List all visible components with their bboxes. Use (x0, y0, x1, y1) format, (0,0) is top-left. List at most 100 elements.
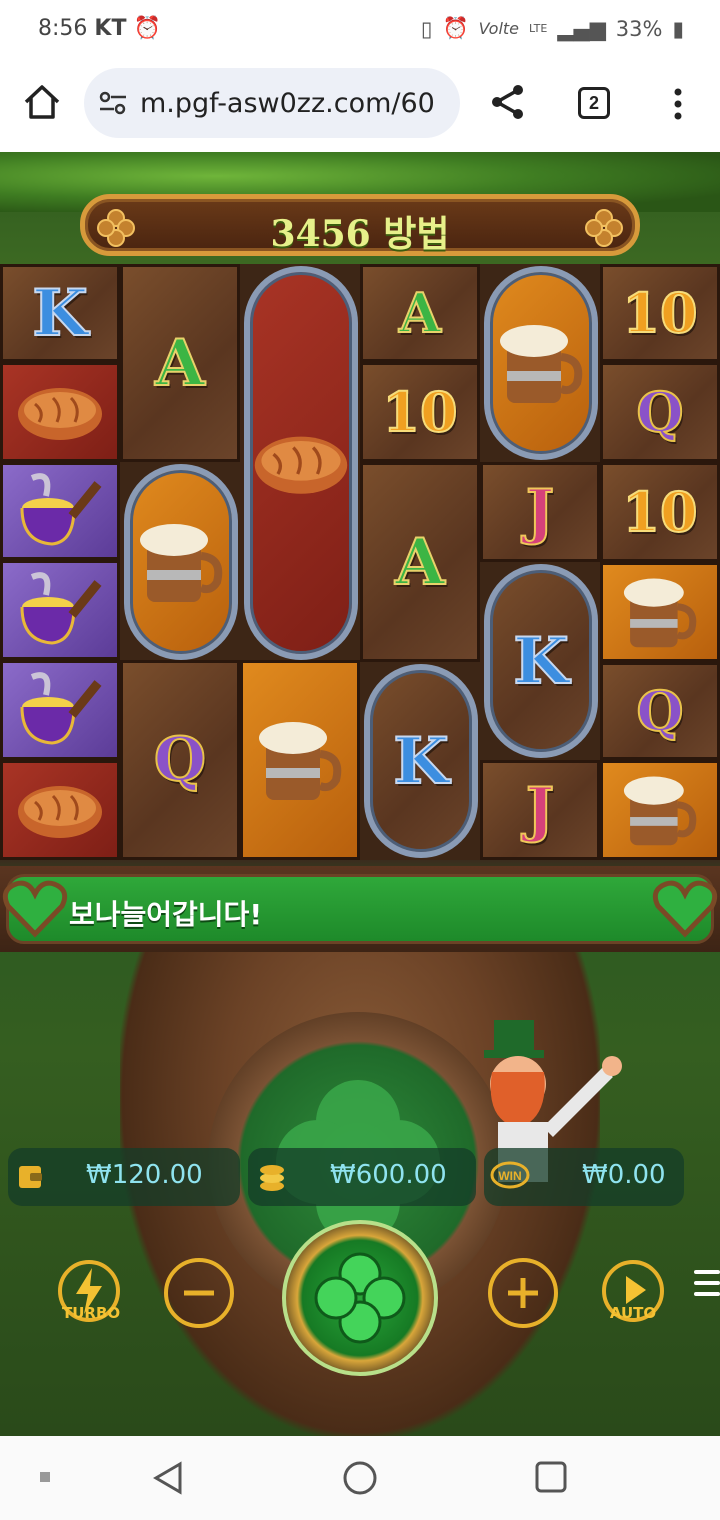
wallet-icon (19, 1166, 42, 1188)
game-menu-icon[interactable] (694, 1270, 720, 1300)
heart-ornament-icon (652, 880, 718, 938)
battery-percent: 33% (615, 16, 663, 41)
symbol-10: 10 (360, 362, 480, 462)
volte-icon: Volte (478, 19, 519, 38)
message-text: 보나늘어갑니다! (69, 898, 263, 931)
ale-mug-icon (623, 578, 697, 648)
bet-value: ₩600.00 (330, 1160, 447, 1190)
ale-mug-icon (500, 325, 583, 403)
balance-value: ₩120.00 (86, 1160, 203, 1190)
info-row: ₩120.00 ₩600.00 WIN ₩0.00 (0, 1148, 720, 1210)
reel-grid: K A Q A 10 A K J K J 10 Q 10 Q (0, 264, 720, 860)
bet-box: ₩600.00 (248, 1148, 476, 1206)
carrier-name: KT (94, 16, 127, 41)
symbol-ale (240, 660, 360, 860)
share-icon[interactable] (488, 82, 528, 122)
alarm-icon: ⏰ (442, 16, 469, 40)
symbol-k: K (0, 264, 120, 362)
symbol-pot (0, 560, 120, 660)
heart-ornament-icon (2, 880, 68, 938)
symbol-a-glyph: A (398, 280, 442, 346)
turbo-label: TURBO (62, 1304, 121, 1322)
battery-icon: ▮ (672, 16, 684, 41)
tab-switcher-button[interactable]: 2 (578, 87, 610, 119)
symbol-bread (244, 266, 358, 660)
symbol-q: Q (120, 660, 240, 860)
symbol-a: A (120, 264, 240, 462)
increase-bet-button[interactable] (488, 1258, 558, 1328)
symbol-q-glyph: Q (635, 379, 684, 445)
clock-time: 8:56 (38, 16, 88, 41)
home-icon[interactable] (22, 82, 62, 122)
symbol-10-glyph: 10 (621, 280, 698, 346)
lte-icon: LTE (529, 22, 548, 35)
symbol-ale (600, 760, 720, 860)
symbol-ale (124, 464, 238, 660)
symbol-j-glyph: J (525, 476, 555, 548)
win-badge-icon: WIN (490, 1161, 530, 1189)
symbol-pot (0, 660, 120, 760)
home-circle-icon[interactable] (342, 1460, 378, 1496)
coins-icon (260, 1165, 284, 1191)
symbol-k: K (364, 664, 478, 858)
plus-icon (508, 1278, 538, 1308)
ways-count: 3456 방법 (270, 213, 450, 255)
bread-icon (18, 786, 102, 838)
vibrate-icon: ▯ (420, 16, 433, 41)
alarm-icon: ⏰ (133, 16, 161, 41)
recents-icon[interactable] (534, 1460, 568, 1494)
gold-pipe-icon (20, 672, 102, 745)
symbol-k-glyph: K (31, 275, 89, 352)
browser-toolbar: m.pgf-asw0zz.com/60 2 (0, 56, 720, 152)
symbol-a-glyph: A (394, 524, 446, 601)
ale-mug-icon (259, 722, 342, 800)
control-bar: TURBO AUTO (0, 1220, 720, 1376)
symbol-ale (600, 562, 720, 662)
win-badge-text: WIN (498, 1169, 521, 1183)
auto-label: AUTO (609, 1304, 657, 1322)
decrease-bet-button[interactable] (164, 1258, 234, 1328)
symbol-10: 10 (600, 462, 720, 562)
gold-pipe-icon (20, 473, 102, 546)
game-canvas[interactable]: 3456 방법 K A Q A 10 A K J K J 10 Q 10 Q 보… (0, 152, 720, 1436)
symbol-j: J (480, 462, 600, 562)
gold-pipe-icon (20, 572, 102, 645)
symbol-10: 10 (600, 264, 720, 362)
win-box: WIN ₩0.00 (484, 1148, 684, 1206)
address-bar[interactable]: m.pgf-asw0zz.com/60 (84, 68, 460, 138)
message-banner: 보나늘어갑니다! (0, 866, 720, 952)
symbol-bread (0, 362, 120, 462)
symbol-j: J (480, 760, 600, 860)
balance-box: ₩120.00 (8, 1148, 240, 1206)
system-nav-bar (0, 1436, 720, 1520)
bread-icon (254, 436, 348, 494)
more-vert-icon[interactable] (664, 84, 692, 124)
ways-plaque: 3456 방법 (80, 194, 640, 256)
site-settings-icon[interactable] (98, 90, 128, 116)
symbol-bread (0, 760, 120, 860)
status-bar: 8:56 KT ⏰ ▯ ⏰ Volte LTE ▂▄▆ 33% ▮ (0, 0, 720, 56)
url-text: m.pgf-asw0zz.com/60 (140, 88, 435, 119)
turbo-button[interactable]: TURBO (58, 1260, 120, 1322)
symbol-ale (484, 266, 598, 460)
status-icons: ▯ ⏰ Volte LTE ▂▄▆ 33% ▮ (421, 16, 684, 41)
symbol-q: Q (600, 662, 720, 760)
auto-spin-button[interactable]: AUTO (602, 1260, 664, 1322)
back-icon[interactable] (150, 1460, 184, 1496)
spin-button[interactable] (282, 1220, 438, 1376)
status-time: 8:56 KT ⏰ (38, 16, 161, 41)
symbol-k: K (484, 564, 598, 758)
minus-icon (184, 1290, 214, 1296)
symbol-a-glyph: A (154, 325, 206, 402)
signal-icon: ▂▄▆ (557, 16, 606, 41)
symbol-10-glyph: 10 (381, 379, 458, 445)
symbol-q-glyph: Q (635, 678, 684, 744)
four-leaf-clover-icon (314, 1252, 406, 1344)
win-value: ₩0.00 (582, 1160, 666, 1190)
message-banner-inner: 보나늘어갑니다! (6, 874, 714, 944)
ale-mug-icon (140, 524, 223, 602)
recent-dot-icon (40, 1472, 50, 1482)
symbol-10-glyph: 10 (621, 479, 698, 545)
symbol-k-glyph: K (512, 623, 570, 700)
symbol-k-glyph: K (392, 723, 450, 800)
